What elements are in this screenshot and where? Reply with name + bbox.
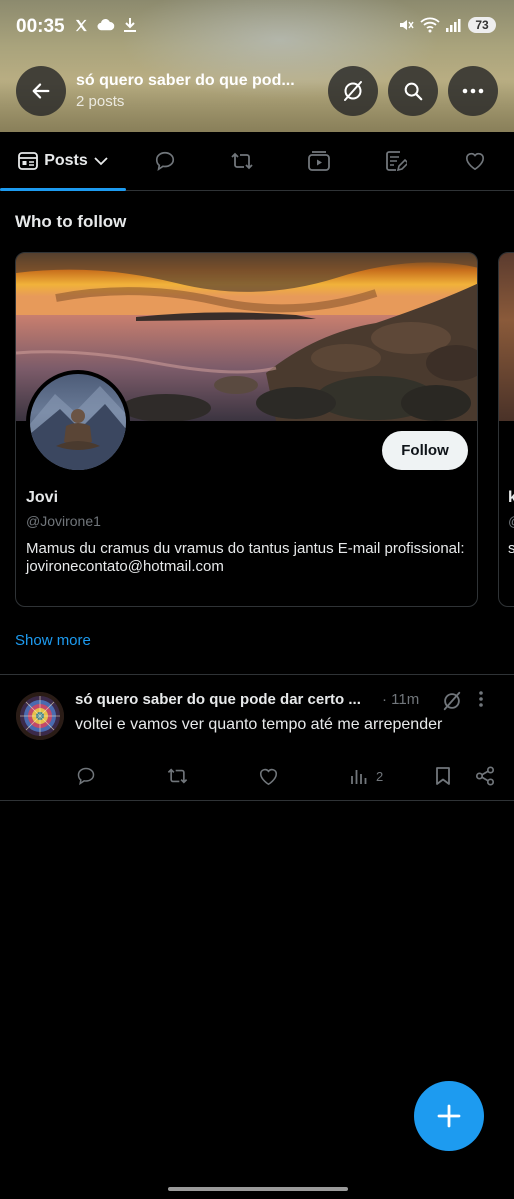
cloud-icon bbox=[97, 18, 115, 32]
post-count: 2 posts bbox=[76, 93, 125, 110]
articles-icon bbox=[385, 150, 407, 172]
grok-icon bbox=[341, 79, 365, 103]
status-bar: 00:35 73 bbox=[0, 0, 514, 56]
page-title: só quero saber do que pod... bbox=[76, 72, 295, 89]
tab-articles[interactable] bbox=[376, 132, 416, 190]
x-logo-icon bbox=[74, 18, 89, 33]
search-button[interactable] bbox=[388, 66, 438, 116]
signal-icon bbox=[446, 18, 462, 32]
tab-reposts[interactable] bbox=[222, 132, 262, 190]
search-icon bbox=[402, 80, 424, 102]
suggested-user-name[interactable]: Jovi bbox=[26, 489, 58, 507]
post-more-button[interactable] bbox=[478, 690, 484, 708]
grok-button[interactable] bbox=[328, 66, 378, 116]
tab-media[interactable] bbox=[299, 132, 339, 190]
tab-replies[interactable] bbox=[145, 132, 185, 190]
avatar[interactable] bbox=[26, 370, 130, 474]
download-icon bbox=[123, 17, 137, 33]
tab-posts-label: Posts bbox=[44, 152, 88, 169]
plus-icon bbox=[437, 1104, 461, 1128]
post-timestamp: · 11m bbox=[382, 691, 420, 708]
back-button[interactable] bbox=[16, 66, 66, 116]
bookmark-button[interactable] bbox=[434, 764, 452, 788]
repost-icon bbox=[166, 766, 189, 786]
more-vertical-icon bbox=[478, 690, 484, 708]
suggested-user-bio: Mamus du cramus du vramus do tantus jant… bbox=[26, 540, 465, 575]
media-icon bbox=[308, 151, 330, 171]
suggested-user-bio: s bbox=[508, 540, 514, 557]
follow-suggestion-card[interactable]: Follow Jovi @Jovirone1 Mamus du cramus d… bbox=[15, 252, 478, 607]
replies-icon bbox=[154, 150, 176, 172]
suggested-user-handle: @ bbox=[508, 513, 514, 529]
tab-likes[interactable] bbox=[455, 132, 495, 190]
reply-icon bbox=[76, 766, 96, 786]
repost-button[interactable] bbox=[166, 764, 189, 788]
wifi-icon bbox=[420, 17, 440, 33]
bookmark-icon bbox=[434, 766, 452, 786]
show-more-link[interactable]: Show more bbox=[15, 632, 91, 649]
top-bar: só quero saber do que pod... 2 posts bbox=[0, 66, 514, 116]
battery-indicator: 73 bbox=[468, 17, 496, 33]
divider bbox=[0, 674, 514, 675]
who-to-follow-heading: Who to follow bbox=[15, 212, 127, 231]
arrow-left-icon bbox=[30, 80, 52, 102]
share-icon bbox=[475, 766, 495, 786]
heart-icon bbox=[258, 767, 279, 786]
post-text: voltei e vamos ver quanto tempo até me a… bbox=[75, 716, 443, 733]
tab-posts[interactable]: Posts bbox=[0, 132, 126, 191]
status-time: 00:35 bbox=[16, 16, 65, 37]
more-dots-icon bbox=[462, 88, 484, 94]
views-count: 2 bbox=[376, 768, 384, 784]
follow-suggestion-card-next[interactable]: k @ s bbox=[498, 252, 514, 607]
views-button[interactable]: 2 bbox=[350, 764, 383, 788]
tab-bar: Posts bbox=[0, 132, 514, 191]
likes-icon bbox=[464, 151, 486, 171]
like-button[interactable] bbox=[258, 764, 279, 788]
grok-icon bbox=[441, 690, 463, 712]
grok-post-button[interactable] bbox=[441, 690, 463, 712]
posts-icon bbox=[18, 152, 39, 170]
reposts-icon bbox=[230, 150, 254, 172]
mute-icon bbox=[398, 17, 414, 33]
suggested-user-name: k bbox=[508, 489, 514, 507]
more-options-button[interactable] bbox=[448, 66, 498, 116]
active-tab-indicator bbox=[0, 188, 126, 191]
home-indicator[interactable] bbox=[168, 1187, 348, 1191]
reply-button[interactable] bbox=[76, 764, 96, 788]
analytics-icon bbox=[350, 767, 368, 785]
avatar-image bbox=[30, 374, 126, 470]
share-button[interactable] bbox=[475, 764, 495, 788]
profile-banner-image bbox=[499, 253, 514, 421]
divider bbox=[0, 800, 514, 801]
suggested-user-handle: @Jovirone1 bbox=[26, 513, 101, 529]
post-author-avatar[interactable] bbox=[16, 692, 64, 740]
compose-post-button[interactable] bbox=[414, 1081, 484, 1151]
post-author-name[interactable]: só quero saber do que pode dar certo ... bbox=[75, 691, 361, 708]
follow-button[interactable]: Follow bbox=[382, 431, 468, 470]
chevron-down-icon bbox=[94, 156, 108, 166]
